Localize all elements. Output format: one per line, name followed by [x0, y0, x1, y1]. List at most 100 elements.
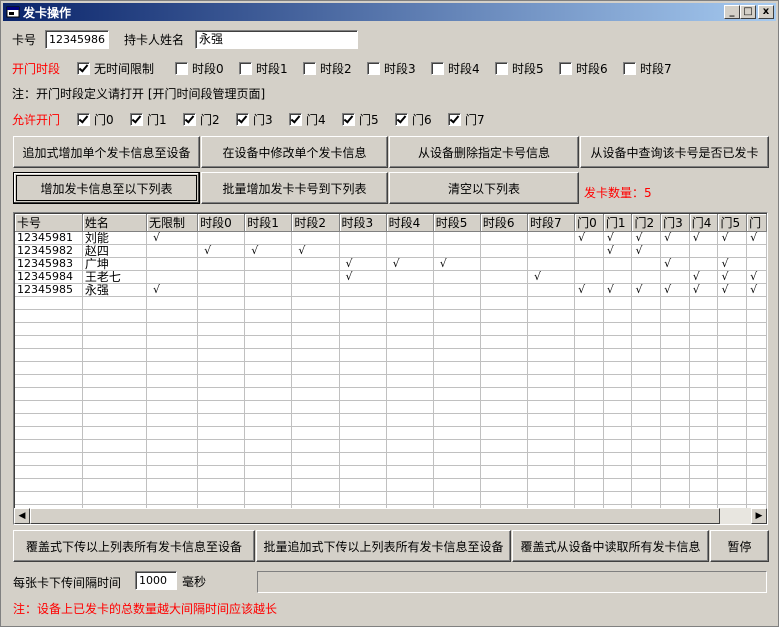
table-row[interactable]: 12345985 永强 √ √ √ √ √ √ √ √ [15, 283, 767, 297]
checkbox-icon[interactable] [495, 62, 508, 75]
column-header[interactable]: 门5 [717, 214, 748, 232]
door-option-1[interactable]: 门1 [130, 111, 167, 128]
title-bar[interactable]: 发卡操作 _ □ x [3, 3, 776, 21]
overwrite-upload-button[interactable]: 覆盖式下传以上列表所有发卡信息至设备 [13, 530, 255, 562]
column-header[interactable]: 时段1 [244, 214, 293, 232]
checkbox-icon[interactable] [367, 62, 380, 75]
checkbox-icon[interactable] [130, 113, 143, 126]
time-option-2[interactable]: 时段1 [239, 60, 288, 77]
checkbox-icon[interactable] [395, 113, 408, 126]
table-row[interactable]: 12345983 广坤 √ √ √ √ √ [15, 257, 767, 271]
checkbox-icon[interactable] [559, 62, 572, 75]
time-option-1[interactable]: 时段0 [175, 60, 224, 77]
column-header[interactable]: 门1 [603, 214, 633, 232]
checkbox-icon[interactable] [183, 113, 196, 126]
table-row[interactable] [15, 322, 767, 336]
checkbox-icon[interactable] [77, 113, 90, 126]
door-option-5[interactable]: 门5 [342, 111, 379, 128]
door-option-6[interactable]: 门6 [395, 111, 432, 128]
modify-single-button[interactable]: 在设备中修改单个发卡信息 [201, 136, 388, 168]
table-row[interactable] [15, 452, 767, 466]
time-option-5[interactable]: 时段4 [431, 60, 480, 77]
checkbox-icon[interactable] [623, 62, 636, 75]
time-option-0[interactable]: 无时间限制 [77, 60, 154, 77]
door-option-7[interactable]: 门7 [448, 111, 485, 128]
table-row[interactable] [15, 413, 767, 427]
close-button[interactable]: x [758, 5, 774, 19]
table-row[interactable] [15, 491, 767, 505]
table-row[interactable] [15, 309, 767, 323]
column-header[interactable]: 时段5 [433, 214, 481, 232]
delete-card-button[interactable]: 从设备删除指定卡号信息 [389, 136, 579, 168]
query-card-button[interactable]: 从设备中查询该卡号是否已发卡 [580, 136, 769, 168]
checkbox-icon[interactable] [289, 113, 302, 126]
column-header[interactable]: 门3 [660, 214, 690, 232]
column-header[interactable]: 时段2 [291, 214, 340, 232]
checkbox-icon[interactable] [448, 113, 461, 126]
time-option-6[interactable]: 时段5 [495, 60, 544, 77]
table-row[interactable]: 12345984 王老七 √ √ √ √ √ [15, 270, 767, 284]
table-row[interactable] [15, 465, 767, 479]
table-cell [603, 270, 633, 284]
table-row[interactable] [15, 439, 767, 453]
table-row[interactable] [15, 296, 767, 310]
holder-name-input[interactable]: 永强 [195, 30, 358, 49]
column-header[interactable]: 门4 [689, 214, 719, 232]
column-header[interactable]: 无限制 [146, 214, 199, 232]
checkbox-icon[interactable] [236, 113, 249, 126]
scroll-left-icon[interactable]: ◀ [14, 508, 30, 524]
column-header[interactable]: 门2 [631, 214, 662, 232]
scroll-thumb[interactable] [30, 508, 720, 524]
maximize-button[interactable]: □ [740, 5, 756, 19]
time-option-7[interactable]: 时段6 [559, 60, 608, 77]
column-header[interactable]: 门0 [574, 214, 604, 232]
horizontal-scrollbar[interactable]: ◀ ▶ [14, 508, 767, 524]
overwrite-read-button[interactable]: 覆盖式从设备中读取所有发卡信息 [512, 530, 709, 562]
door-option-0[interactable]: 门0 [77, 111, 114, 128]
door-option-4[interactable]: 门4 [289, 111, 326, 128]
door-option-3[interactable]: 门3 [236, 111, 273, 128]
table-row[interactable] [15, 335, 767, 349]
time-option-8[interactable]: 时段7 [623, 60, 672, 77]
table-row[interactable] [15, 478, 767, 492]
clear-list-button[interactable]: 清空以下列表 [389, 172, 579, 204]
batch-append-upload-button[interactable]: 批量追加式下传以上列表所有发卡信息至设备 [256, 530, 511, 562]
table-row[interactable] [15, 348, 767, 362]
table-row[interactable]: 12345982 赵四 √ √ √ √ √ [15, 244, 767, 258]
column-header[interactable]: 门 [746, 214, 767, 232]
time-option-4[interactable]: 时段3 [367, 60, 416, 77]
batch-add-button[interactable]: 批量增加发卡卡号到下列表 [201, 172, 388, 204]
checkbox-icon[interactable] [175, 62, 188, 75]
add-to-list-button[interactable]: 增加发卡信息至以下列表 [13, 172, 200, 204]
door-option-2[interactable]: 门2 [183, 111, 220, 128]
pause-button[interactable]: 暂停 [710, 530, 769, 562]
table-cell [660, 413, 690, 427]
table-cell [146, 296, 199, 310]
column-header[interactable]: 姓名 [82, 214, 148, 232]
checkbox-icon[interactable] [239, 62, 252, 75]
column-header[interactable]: 时段4 [386, 214, 434, 232]
column-header[interactable]: 时段0 [197, 214, 246, 232]
interval-input[interactable]: 1000 [135, 571, 177, 590]
checkbox-icon[interactable] [431, 62, 444, 75]
column-header[interactable]: 时段7 [527, 214, 576, 232]
card-list-grid[interactable]: 卡号 姓名 无限制 时段0 时段1 时段2 时段3 时段4 时段5 时段6 时段7 门0 门1 门2 门3 门… [13, 212, 768, 525]
time-option-3[interactable]: 时段2 [303, 60, 352, 77]
checkbox-icon[interactable] [342, 113, 355, 126]
table-row[interactable] [15, 361, 767, 375]
card-no-input[interactable]: 12345986 [45, 30, 109, 49]
table-cell [146, 374, 199, 388]
table-row[interactable] [15, 426, 767, 440]
column-header[interactable]: 时段6 [480, 214, 529, 232]
scroll-right-icon[interactable]: ▶ [751, 508, 767, 524]
table-row[interactable] [15, 387, 767, 401]
column-header[interactable]: 时段3 [339, 214, 387, 232]
table-row[interactable] [15, 374, 767, 388]
minimize-button[interactable]: _ [724, 5, 740, 19]
column-header[interactable]: 卡号 [15, 214, 83, 232]
append-single-button[interactable]: 追加式增加单个发卡信息至设备 [13, 136, 200, 168]
table-row[interactable] [15, 400, 767, 414]
checkbox-icon[interactable] [303, 62, 316, 75]
checkbox-icon[interactable] [77, 62, 90, 75]
table-row[interactable]: 12345981 刘能 √ √ √ √ √ √ √ √ [15, 231, 767, 245]
